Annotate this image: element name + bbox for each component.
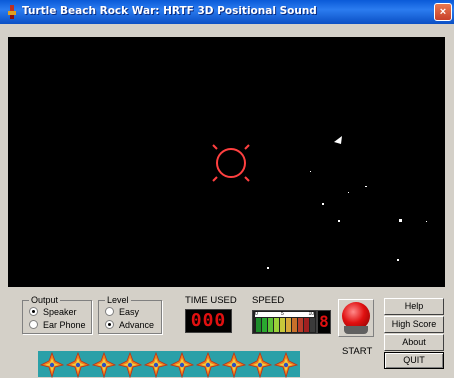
start-label: START xyxy=(342,346,373,357)
speed-tick: 5 xyxy=(281,311,284,317)
speed-bar xyxy=(262,318,267,332)
debris xyxy=(322,203,324,205)
rock xyxy=(334,136,342,144)
debris xyxy=(365,186,367,187)
speed-digit: 8 xyxy=(317,310,331,334)
speed-bar xyxy=(274,318,279,332)
radio-dot[interactable] xyxy=(29,320,38,329)
game-area[interactable] xyxy=(8,37,445,287)
app-window: Turtle Beach Rock War: HRTF 3D Positiona… xyxy=(0,0,454,378)
speed-label: SPEED xyxy=(252,295,285,306)
speed-bar xyxy=(310,318,315,332)
ship-icon xyxy=(170,352,194,378)
high-score-button[interactable]: High Score xyxy=(384,316,444,333)
speed-bar xyxy=(286,318,291,332)
time-used-display: 000 xyxy=(185,309,232,333)
radio-easy[interactable]: Easy xyxy=(105,307,139,317)
ship-icon xyxy=(92,352,116,378)
debris xyxy=(267,267,269,269)
time-used-label: TIME USED xyxy=(185,295,237,306)
speed-scale: 0 5 10 xyxy=(255,312,314,317)
window-title: Turtle Beach Rock War: HRTF 3D Positiona… xyxy=(22,5,317,17)
crosshair-icon xyxy=(212,144,250,182)
ship-icon xyxy=(40,352,64,378)
ship-icon xyxy=(196,352,220,378)
speed-meter: 0 5 10 xyxy=(252,310,317,334)
ship-icon xyxy=(144,352,168,378)
speed-bar xyxy=(256,318,261,332)
debris xyxy=(310,171,311,172)
ship-icon xyxy=(222,352,246,378)
about-button[interactable]: About xyxy=(384,334,444,351)
start-button[interactable] xyxy=(338,299,374,337)
ship-icon xyxy=(118,352,142,378)
rock-icon xyxy=(8,5,16,19)
close-button[interactable]: × xyxy=(434,3,452,21)
level-group: Level Easy Advance xyxy=(98,295,162,334)
radio-dot[interactable] xyxy=(105,307,114,316)
output-group: Output Speaker Ear Phone xyxy=(22,295,92,334)
help-button[interactable]: Help xyxy=(384,298,444,315)
speed-bar xyxy=(298,318,303,332)
ship-icon xyxy=(248,352,272,378)
debris xyxy=(348,192,349,193)
speed-bar xyxy=(292,318,297,332)
radio-dot[interactable] xyxy=(29,307,38,316)
button-base xyxy=(344,326,368,334)
radio-advance[interactable]: Advance xyxy=(105,320,154,330)
ship-icon xyxy=(274,352,298,378)
game-canvas[interactable] xyxy=(8,37,445,287)
speed-tick: 10 xyxy=(308,311,314,317)
debris xyxy=(338,220,340,222)
output-label: Output xyxy=(29,295,61,305)
radio-dot[interactable] xyxy=(105,320,114,329)
level-label: Level xyxy=(105,295,131,305)
speed-bar xyxy=(268,318,273,332)
speed-bar xyxy=(280,318,285,332)
ship-icon xyxy=(66,352,90,378)
debris xyxy=(399,219,402,222)
quit-button[interactable]: QUIT xyxy=(384,352,444,369)
speed-bar xyxy=(304,318,309,332)
debris xyxy=(397,259,399,261)
lives-bar xyxy=(38,351,300,378)
speed-tick: 0 xyxy=(255,311,258,317)
title-bar[interactable]: Turtle Beach Rock War: HRTF 3D Positiona… xyxy=(0,0,454,24)
debris xyxy=(426,221,427,222)
radio-speaker[interactable]: Speaker xyxy=(29,307,77,317)
radio-ear-phone[interactable]: Ear Phone xyxy=(29,320,86,330)
